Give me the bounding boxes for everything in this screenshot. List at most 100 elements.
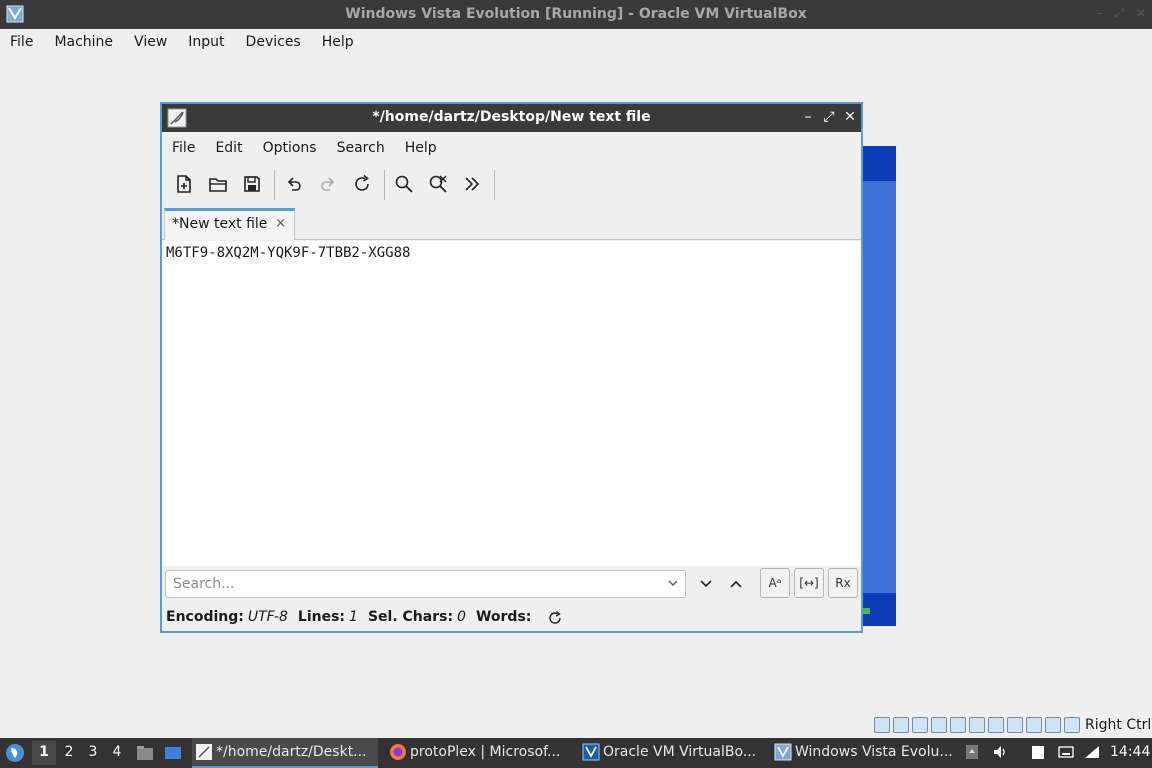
audio-icon[interactable] [912, 717, 928, 733]
featherpad-titlebar[interactable]: */home/dartz/Desktop/New text file – ⤢ ✕ [162, 104, 861, 132]
maximize-icon[interactable]: ⤢ [822, 109, 836, 125]
encoding-label: Encoding: [166, 609, 244, 625]
refresh-word-count-icon[interactable] [547, 610, 563, 626]
vbox-menu-file[interactable]: File [10, 29, 43, 57]
new-file-button[interactable] [172, 172, 196, 196]
cpu-icon[interactable] [1045, 717, 1061, 733]
undo-icon [287, 177, 301, 191]
vbox-device-icons [874, 717, 1080, 733]
network-status-icon[interactable] [1084, 744, 1100, 760]
featherpad-window-title: */home/dartz/Desktop/New text file [372, 109, 651, 125]
featherpad-app-icon [196, 744, 212, 760]
show-desktop-icon[interactable] [164, 744, 182, 762]
featherpad-toolbar [162, 164, 861, 204]
words-label: Words: [475, 609, 532, 625]
find-next-icon[interactable] [698, 576, 714, 592]
chevron-double-right-icon [465, 177, 480, 191]
search-icon [395, 175, 413, 193]
encoding-value: UTF-8 [247, 609, 288, 625]
menu-search[interactable]: Search [337, 132, 385, 162]
toolbar-separator [384, 170, 385, 200]
tab-new-text-file[interactable]: *New text file × [164, 208, 295, 240]
open-file-button[interactable] [206, 172, 230, 196]
virtualbox-icon [582, 743, 600, 761]
guest-indicator [862, 608, 870, 614]
save-file-button[interactable] [240, 172, 264, 196]
close-icon[interactable]: ✕ [1136, 6, 1146, 21]
recording-icon[interactable] [1026, 717, 1042, 733]
regex-icon: Rx [835, 576, 851, 590]
menu-options[interactable]: Options [263, 132, 317, 162]
task-featherpad[interactable]: */home/dartz/Deskt... [192, 738, 378, 768]
reload-button[interactable] [350, 172, 374, 196]
vbox-menu-view[interactable]: View [134, 29, 177, 57]
tab-label: *New text file [172, 216, 268, 232]
match-case-button[interactable]: Aᵃ [760, 568, 790, 598]
more-tools-button[interactable] [460, 172, 484, 196]
video-capture-icon[interactable] [1007, 717, 1023, 733]
lines-label: Lines: [297, 609, 346, 625]
guest-window-top [862, 146, 896, 181]
workspace-2[interactable]: 2 [57, 744, 81, 760]
folder-open-icon [209, 178, 227, 192]
whole-word-button[interactable]: [↔] [794, 568, 824, 598]
minimize-icon[interactable]: – [1096, 6, 1102, 21]
editor-text-line: M6TF9-8XQ2M-YQK9F-7TBB2-XGG88 [166, 245, 411, 261]
vbox-menu-devices[interactable]: Devices [246, 29, 311, 57]
hard-disk-icon[interactable] [874, 717, 890, 733]
display-icon[interactable] [988, 717, 1004, 733]
tray-up-icon[interactable] [964, 744, 980, 760]
find-previous-icon[interactable] [728, 576, 744, 592]
redo-button[interactable] [316, 172, 340, 196]
toolbar-separator [494, 170, 495, 200]
tab-bar: *New text file × [162, 208, 861, 240]
network-icon[interactable] [931, 717, 947, 733]
task-label: Oracle VM VirtualBo... [603, 744, 757, 760]
firefox-icon [390, 744, 406, 760]
undo-button[interactable] [282, 172, 306, 196]
clear-highlights-button[interactable] [426, 172, 450, 196]
vbox-menu-input[interactable]: Input [188, 29, 234, 57]
clock[interactable]: 14:44 [1110, 744, 1150, 760]
tab-close-icon[interactable]: × [275, 216, 286, 231]
keyboard-icon[interactable] [1058, 744, 1074, 760]
clipboard-icon[interactable] [1030, 744, 1046, 760]
featherpad-window: */home/dartz/Desktop/New text file – ⤢ ✕… [160, 102, 863, 633]
optical-drive-icon[interactable] [893, 717, 909, 733]
workspace-1[interactable]: 1 [32, 741, 56, 765]
search-input[interactable]: Search... [165, 570, 686, 598]
task-virtualbox-manager[interactable]: Oracle VM VirtualBo... [579, 738, 765, 768]
task-label: */home/dartz/Deskt... [216, 744, 367, 760]
find-button[interactable] [392, 172, 416, 196]
menu-help[interactable]: Help [405, 132, 437, 162]
task-browser[interactable]: protoPlex | Microsof... [386, 738, 572, 768]
vbox-window-title: Windows Vista Evolution [Running] - Orac… [345, 6, 807, 22]
menu-edit[interactable]: Edit [215, 132, 242, 162]
text-editor[interactable]: M6TF9-8XQ2M-YQK9F-7TBB2-XGG88 [162, 241, 861, 566]
usb-icon[interactable] [950, 717, 966, 733]
task-vm-window[interactable]: Windows Vista Evolu... [771, 738, 957, 768]
taskbar: 1 2 3 4 */home/dartz/Deskt... protoPlex … [0, 738, 1152, 768]
guest-window-edge[interactable] [862, 146, 896, 626]
regex-button[interactable]: Rx [828, 568, 858, 598]
volume-icon[interactable] [992, 744, 1008, 760]
search-clear-icon [429, 175, 447, 193]
shared-folders-icon[interactable] [969, 717, 985, 733]
minimize-icon[interactable]: – [801, 109, 815, 125]
vbox-menu-help[interactable]: Help [322, 29, 364, 57]
workspace-4[interactable]: 4 [105, 744, 129, 760]
file-manager-icon[interactable] [136, 744, 154, 762]
save-icon [244, 176, 260, 192]
workspace-3[interactable]: 3 [81, 744, 105, 760]
menu-file[interactable]: File [172, 132, 195, 162]
close-icon[interactable]: ✕ [843, 109, 857, 125]
chevron-down-icon[interactable] [667, 577, 679, 589]
task-label: Windows Vista Evolu... [795, 744, 953, 760]
mouse-integration-icon[interactable] [1064, 717, 1080, 733]
vbox-menubar: File Machine View Input Devices Help [0, 29, 1152, 57]
vbox-status-bar: Right Ctrl [0, 712, 1152, 738]
sel-chars-label: Sel. Chars: [367, 609, 454, 625]
start-menu-icon[interactable] [4, 742, 26, 764]
vbox-menu-machine[interactable]: Machine [54, 29, 123, 57]
maximize-icon[interactable]: ⤢ [1114, 6, 1124, 21]
